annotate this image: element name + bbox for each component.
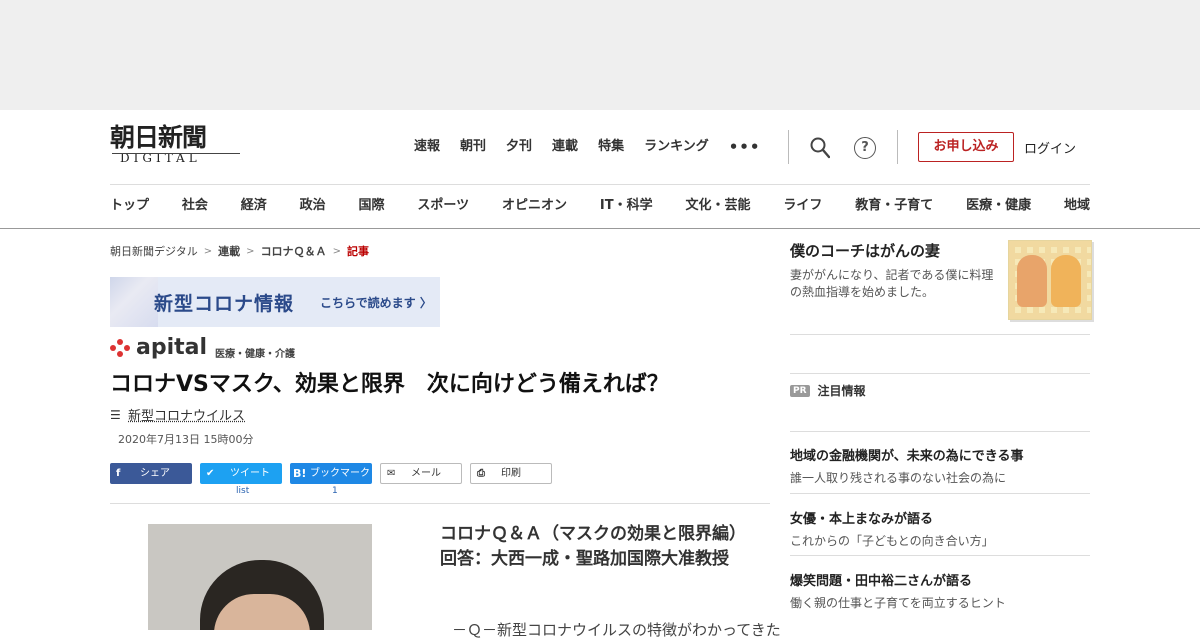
subscribe-button[interactable]: お申し込み: [918, 132, 1014, 162]
apital-wordmark: apital: [136, 335, 208, 360]
hatena-bookmark-button[interactable]: B! ブックマーク: [290, 463, 372, 484]
print-button[interactable]: ⎙ 印刷: [470, 463, 552, 484]
facebook-share-label: シェア: [140, 468, 170, 479]
pr-section-header: PR 注目情報: [790, 382, 866, 399]
mail-share-label: メール: [411, 468, 441, 479]
twitter-icon: ✔: [206, 468, 215, 479]
category-education[interactable]: 教育・子育て: [855, 195, 933, 217]
facebook-icon: f: [116, 468, 121, 479]
breadcrumb-rensai[interactable]: 連載: [218, 243, 240, 259]
search-icon[interactable]: [810, 137, 830, 159]
sidebar-feature-illustration[interactable]: [1008, 240, 1092, 320]
category-top[interactable]: トップ: [110, 195, 149, 217]
twitter-share-button[interactable]: ✔ ツイート: [200, 463, 282, 484]
pr-badge: PR: [790, 384, 810, 397]
article-photo[interactable]: [148, 524, 372, 630]
category-health[interactable]: 医療・健康: [966, 195, 1031, 217]
sidebar-pr-item[interactable]: 爆笑問題・田中裕二さんが語る 働く親の仕事と子育てを両立するヒント: [790, 570, 1090, 611]
breadcrumb-home[interactable]: 朝日新聞デジタル: [110, 243, 198, 259]
category-politics[interactable]: 政治: [300, 195, 326, 217]
sidebar-divider: [790, 431, 1090, 432]
category-nav: トップ 社会 経済 政治 国際 スポーツ オピニオン IT・科学 文化・芸能 ラ…: [110, 195, 1090, 217]
twitter-count[interactable]: list: [236, 486, 249, 496]
breadcrumb-separator: >: [246, 245, 255, 257]
sidebar-pr-item[interactable]: 地域の金融機関が、未来の為にできる事 誰一人取り残される事のない社会の為に: [790, 445, 1090, 494]
sidebar-pr-sub: 働く親の仕事と子育てを両立するヒント: [790, 596, 1006, 610]
print-icon: ⎙: [477, 468, 485, 479]
banner-title: 新型コロナ情報: [154, 293, 295, 315]
category-it-science[interactable]: IT・科学: [600, 195, 653, 217]
sidebar-pr-headline[interactable]: 爆笑問題・田中裕二さんが語る: [790, 570, 1090, 589]
top-nav-yukan[interactable]: 夕刊: [506, 136, 532, 158]
sidebar-pr-sub: 誰一人取り残される事のない社会の為に: [790, 471, 1007, 485]
sidebar-pr-headline[interactable]: 女優・本上まなみが語る: [790, 508, 1090, 527]
article-tag[interactable]: ☰ 新型コロナウイルス: [110, 405, 245, 425]
sidebar-divider: [790, 555, 1090, 556]
category-international[interactable]: 国際: [359, 195, 385, 217]
twitter-share-label: ツイート: [230, 468, 270, 479]
header-divider: [788, 130, 789, 164]
mail-icon: ✉: [387, 468, 396, 479]
site-logo[interactable]: 朝日新聞 DIGITAL: [110, 124, 242, 168]
apital-logo[interactable]: apital 医療・健康・介護: [110, 336, 295, 360]
banner-cta: こちらで読めます 〉: [320, 296, 432, 310]
mail-share-button[interactable]: ✉ メール: [380, 463, 462, 484]
article-tag-label[interactable]: 新型コロナウイルス: [128, 405, 245, 424]
header-divider-line: [110, 184, 1090, 185]
illustration-figure: [1017, 255, 1047, 307]
top-nav-sokuho[interactable]: 速報: [414, 136, 440, 158]
banner-decoration: [110, 277, 158, 327]
top-nav-rensai[interactable]: 連載: [552, 136, 578, 158]
site-header: 朝日新聞 DIGITAL 速報 朝刊 夕刊 連載 特集 ランキング ••• ? …: [0, 110, 1200, 229]
login-link[interactable]: ログイン: [1024, 138, 1076, 157]
hatena-count[interactable]: 1: [332, 486, 338, 496]
category-opinion[interactable]: オピニオン: [502, 195, 567, 217]
sidebar-feature-desc: 妻ががんになり、記者である僕に料理の熱血指導を始めました。: [790, 268, 994, 299]
hatena-icon: B!: [293, 467, 307, 480]
category-society[interactable]: 社会: [182, 195, 208, 217]
breadcrumb-separator: >: [203, 245, 213, 257]
top-nav-chokan[interactable]: 朝刊: [460, 136, 486, 158]
article-body: －Ｑ－新型コロナウイルスの特徴がわかってきた: [452, 621, 781, 639]
more-menu-icon[interactable]: •••: [729, 136, 761, 158]
category-region[interactable]: 地域: [1064, 195, 1090, 217]
apital-section-label: 医療・健康・介護: [215, 348, 296, 360]
breadcrumb-separator: >: [332, 245, 341, 257]
article-subhead: コロナＱ＆Ａ（マスクの効果と限界編） 回答：大西一成・聖路加国際大准教授: [440, 524, 755, 569]
share-bar: f シェア ✔ ツイート B! ブックマーク ✉ メール ⎙ 印刷: [110, 463, 552, 484]
category-life[interactable]: ライフ: [783, 195, 822, 217]
category-sports[interactable]: スポーツ: [417, 195, 469, 217]
header-divider: [897, 130, 898, 164]
sidebar-divider: [790, 373, 1090, 374]
logo-kanji: 朝日新聞: [110, 123, 207, 152]
facebook-share-button[interactable]: f シェア: [110, 463, 192, 484]
sidebar-pr-item[interactable]: 女優・本上まなみが語る これからの「子どもとの向き合い方」: [790, 508, 1090, 556]
list-icon: ☰: [110, 407, 121, 422]
print-label: 印刷: [501, 468, 521, 479]
ad-banner-area: [0, 0, 1200, 110]
sidebar-divider: [790, 334, 1090, 335]
illustration-figure: [1051, 255, 1081, 307]
hatena-bookmark-label: ブックマーク: [310, 468, 370, 479]
sidebar-divider: [790, 493, 1090, 494]
article-headline: コロナVSマスク、効果と限界 次に向けどう備えれば？: [110, 372, 669, 397]
apital-dots-icon: [110, 338, 132, 358]
help-icon[interactable]: ?: [854, 137, 876, 159]
article-date: 2020年7月13日 15時00分: [118, 433, 254, 446]
top-nav-tokushu[interactable]: 特集: [598, 136, 624, 158]
pr-section-title: 注目情報: [817, 384, 866, 398]
logo-swoosh: [112, 153, 240, 157]
corona-info-banner[interactable]: 新型コロナ情報 こちらで読めます 〉: [110, 277, 440, 327]
breadcrumb-corona-qa[interactable]: コロナＱ＆Ａ: [261, 243, 327, 259]
top-nav: 速報 朝刊 夕刊 連載 特集 ランキング •••: [414, 136, 780, 158]
article-divider: [110, 503, 770, 504]
category-culture[interactable]: 文化・芸能: [685, 195, 750, 217]
sidebar-pr-headline[interactable]: 地域の金融機関が、未来の為にできる事: [790, 445, 1090, 464]
sidebar-pr-sub: これからの「子どもとの向き合い方」: [790, 534, 994, 548]
breadcrumb: 朝日新聞デジタル > 連載 > コロナＱ＆Ａ > 記事: [110, 243, 369, 259]
top-nav-ranking[interactable]: ランキング: [644, 136, 709, 158]
breadcrumb-current: 記事: [346, 245, 369, 258]
category-economy[interactable]: 経済: [241, 195, 267, 217]
